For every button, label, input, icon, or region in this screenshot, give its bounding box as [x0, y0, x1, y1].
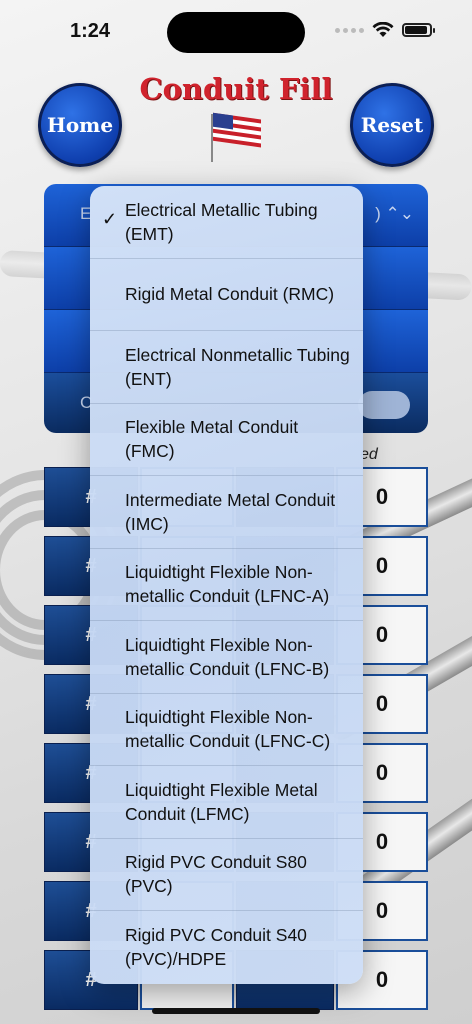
menu-item[interactable]: Liquidtight Flexible Non-metallic Condui…	[90, 549, 363, 621]
status-icons	[335, 22, 435, 38]
menu-item[interactable]: Electrical Nonmetallic Tubing (ENT)	[90, 331, 363, 404]
menu-item-label: Flexible Metal Conduit (FMC)	[125, 417, 299, 462]
menu-item-label: Liquidtight Flexible Non-metallic Condui…	[125, 562, 330, 607]
menu-item-label: Liquidtight Flexible Non-metallic Condui…	[125, 634, 330, 679]
menu-item[interactable]: Rigid Metal Conduit (RMC)	[90, 259, 363, 331]
menu-item[interactable]: Rigid PVC Conduit S40 (PVC)/HDPE	[90, 911, 363, 984]
home-indicator	[152, 1008, 320, 1014]
checkmark-icon: ✓	[102, 209, 118, 229]
menu-item-label: Rigid PVC Conduit S80 (PVC)	[125, 852, 307, 897]
reset-button[interactable]: Reset	[350, 83, 434, 167]
menu-item[interactable]: Rigid PVC Conduit S80 (PVC)	[90, 839, 363, 911]
dynamic-island	[167, 12, 305, 53]
status-bar: 1:24	[0, 0, 472, 60]
menu-item-label: Liquidtight Flexible Non-metallic Condui…	[125, 707, 331, 752]
menu-item[interactable]: Liquidtight Flexible Metal Conduit (LFMC…	[90, 766, 363, 839]
chevron-updown-icon: ) ⌃⌄	[375, 204, 414, 223]
home-button[interactable]: Home	[38, 83, 122, 167]
menu-item[interactable]: Liquidtight Flexible Non-metallic Condui…	[90, 694, 363, 766]
menu-item-label: Rigid Metal Conduit (RMC)	[125, 284, 335, 305]
menu-item-label: Electrical Nonmetallic Tubing (ENT)	[125, 344, 350, 389]
panel-toggle[interactable]	[358, 391, 410, 419]
signal-icon	[335, 27, 364, 33]
menu-item-label: Liquidtight Flexible Metal Conduit (LFMC…	[125, 779, 318, 824]
menu-item[interactable]: Liquidtight Flexible Non-metallic Condui…	[90, 621, 363, 694]
menu-item[interactable]: Flexible Metal Conduit (FMC)	[90, 404, 363, 476]
us-flag-icon	[211, 112, 261, 162]
menu-item-label: Electrical Metallic Tubing (EMT)	[125, 199, 318, 244]
conduit-type-menu: ✓ Electrical Metallic Tubing (EMT) Rigid M…	[90, 186, 363, 984]
battery-icon	[402, 23, 435, 37]
menu-item-label: Intermediate Metal Conduit (IMC)	[125, 489, 336, 534]
status-time: 1:24	[70, 20, 111, 42]
menu-item-label: Rigid PVC Conduit S40 (PVC)/HDPE	[125, 925, 307, 970]
wifi-icon	[372, 22, 394, 37]
menu-item[interactable]: ✓ Electrical Metallic Tubing (EMT)	[90, 186, 363, 259]
menu-item[interactable]: Intermediate Metal Conduit (IMC)	[90, 476, 363, 549]
